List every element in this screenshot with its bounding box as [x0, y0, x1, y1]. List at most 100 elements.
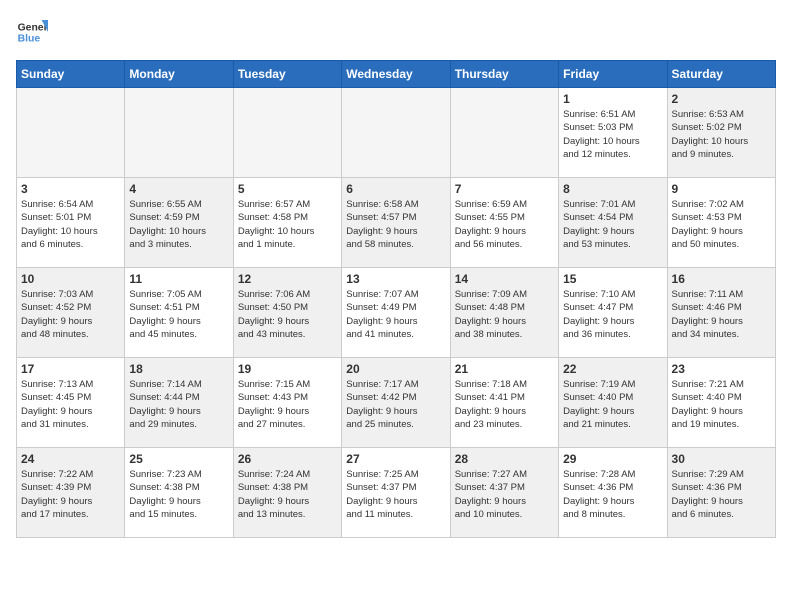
calendar-day-cell: 27 Sunrise: 7:25 AM Sunset: 4:37 PM Dayli…: [342, 448, 450, 538]
day-number: 3: [21, 182, 120, 196]
day-info: Sunrise: 7:01 AM Sunset: 4:54 PM Dayligh…: [563, 198, 662, 251]
calendar-day-cell: 2Sunrise: 6:53 AM Sunset: 5:02 PM Daylig…: [667, 88, 775, 178]
calendar-day-cell: 17Sunrise: 7:13 AM Sunset: 4:45 PM Dayli…: [17, 358, 125, 448]
calendar-day-cell: 13 Sunrise: 7:07 AM Sunset: 4:49 PM Dayli…: [342, 268, 450, 358]
day-of-week-header: Sunday: [17, 61, 125, 88]
calendar-day-cell: 7 Sunrise: 6:59 AM Sunset: 4:55 PM Daylig…: [450, 178, 558, 268]
day-number: 26: [238, 452, 337, 466]
day-number: 29: [563, 452, 662, 466]
day-info: Sunrise: 7:10 AM Sunset: 4:47 PM Dayligh…: [563, 288, 662, 341]
calendar-day-cell: [233, 88, 341, 178]
svg-text:Blue: Blue: [18, 34, 41, 45]
day-number: 13: [346, 272, 445, 286]
day-info: Sunrise: 7:24 AM Sunset: 4:38 PM Dayligh…: [238, 468, 337, 521]
calendar-day-cell: [450, 88, 558, 178]
day-info: Sunrise: 7:28 AM Sunset: 4:36 PM Dayligh…: [563, 468, 662, 521]
calendar-table: SundayMondayTuesdayWednesdayThursdayFrid…: [16, 60, 776, 538]
day-info: Sunrise: 7:18 AM Sunset: 4:41 PM Dayligh…: [455, 378, 554, 431]
calendar-day-cell: 20 Sunrise: 7:17 AM Sunset: 4:42 PM Dayli…: [342, 358, 450, 448]
day-info: Sunrise: 7:21 AM Sunset: 4:40 PM Dayligh…: [672, 378, 771, 431]
day-number: 23: [672, 362, 771, 376]
day-info: Sunrise: 7:23 AM Sunset: 4:38 PM Dayligh…: [129, 468, 228, 521]
day-number: 18: [129, 362, 228, 376]
day-info: Sunrise: 7:05 AM Sunset: 4:51 PM Dayligh…: [129, 288, 228, 341]
day-info: Sunrise: 7:02 AM Sunset: 4:53 PM Dayligh…: [672, 198, 771, 251]
day-info: Sunrise: 7:14 AM Sunset: 4:44 PM Dayligh…: [129, 378, 228, 431]
day-number: 10: [21, 272, 120, 286]
calendar-day-cell: 28 Sunrise: 7:27 AM Sunset: 4:37 PM Dayli…: [450, 448, 558, 538]
calendar-day-cell: 18 Sunrise: 7:14 AM Sunset: 4:44 PM Dayli…: [125, 358, 233, 448]
calendar-day-cell: 9 Sunrise: 7:02 AM Sunset: 4:53 PM Daylig…: [667, 178, 775, 268]
day-of-week-header: Tuesday: [233, 61, 341, 88]
day-of-week-header: Wednesday: [342, 61, 450, 88]
day-number: 11: [129, 272, 228, 286]
day-info: Sunrise: 7:29 AM Sunset: 4:36 PM Dayligh…: [672, 468, 771, 521]
day-info: Sunrise: 6:55 AM Sunset: 4:59 PM Dayligh…: [129, 198, 228, 251]
day-number: 16: [672, 272, 771, 286]
day-info: Sunrise: 6:51 AM Sunset: 5:03 PM Dayligh…: [563, 108, 662, 161]
day-number: 30: [672, 452, 771, 466]
day-number: 8: [563, 182, 662, 196]
day-info: Sunrise: 6:54 AM Sunset: 5:01 PM Dayligh…: [21, 198, 120, 251]
day-number: 12: [238, 272, 337, 286]
day-number: 28: [455, 452, 554, 466]
calendar-week-row: 3 Sunrise: 6:54 AM Sunset: 5:01 PM Daylig…: [17, 178, 776, 268]
calendar-day-cell: 19Sunrise: 7:15 AM Sunset: 4:43 PM Dayli…: [233, 358, 341, 448]
calendar-day-cell: 5 Sunrise: 6:57 AM Sunset: 4:58 PM Daylig…: [233, 178, 341, 268]
day-number: 27: [346, 452, 445, 466]
day-info: Sunrise: 7:17 AM Sunset: 4:42 PM Dayligh…: [346, 378, 445, 431]
day-number: 14: [455, 272, 554, 286]
calendar-day-cell: 22 Sunrise: 7:19 AM Sunset: 4:40 PM Dayli…: [559, 358, 667, 448]
calendar-day-cell: [125, 88, 233, 178]
day-number: 7: [455, 182, 554, 196]
day-number: 1: [563, 92, 662, 106]
day-number: 9: [672, 182, 771, 196]
calendar-day-cell: 29 Sunrise: 7:28 AM Sunset: 4:36 PM Dayli…: [559, 448, 667, 538]
calendar-day-cell: 25 Sunrise: 7:23 AM Sunset: 4:38 PM Dayli…: [125, 448, 233, 538]
calendar-day-cell: [342, 88, 450, 178]
calendar-day-cell: 3 Sunrise: 6:54 AM Sunset: 5:01 PM Daylig…: [17, 178, 125, 268]
day-of-week-header: Saturday: [667, 61, 775, 88]
day-info: Sunrise: 6:57 AM Sunset: 4:58 PM Dayligh…: [238, 198, 337, 251]
calendar-day-cell: 11 Sunrise: 7:05 AM Sunset: 4:51 PM Dayli…: [125, 268, 233, 358]
calendar-day-cell: 6Sunrise: 6:58 AM Sunset: 4:57 PM Daylig…: [342, 178, 450, 268]
day-number: 19: [238, 362, 337, 376]
calendar-day-cell: 16 Sunrise: 7:11 AM Sunset: 4:46 PM Dayli…: [667, 268, 775, 358]
calendar-day-cell: 23 Sunrise: 7:21 AM Sunset: 4:40 PM Dayli…: [667, 358, 775, 448]
day-number: 20: [346, 362, 445, 376]
day-number: 5: [238, 182, 337, 196]
calendar-week-row: 24 Sunrise: 7:22 AM Sunset: 4:39 PM Dayli…: [17, 448, 776, 538]
day-number: 15: [563, 272, 662, 286]
day-info: Sunrise: 7:09 AM Sunset: 4:48 PM Dayligh…: [455, 288, 554, 341]
day-info: Sunrise: 7:19 AM Sunset: 4:40 PM Dayligh…: [563, 378, 662, 431]
day-info: Sunrise: 7:06 AM Sunset: 4:50 PM Dayligh…: [238, 288, 337, 341]
calendar-week-row: 17Sunrise: 7:13 AM Sunset: 4:45 PM Dayli…: [17, 358, 776, 448]
calendar-day-cell: 26 Sunrise: 7:24 AM Sunset: 4:38 PM Dayli…: [233, 448, 341, 538]
day-info: Sunrise: 7:27 AM Sunset: 4:37 PM Dayligh…: [455, 468, 554, 521]
day-of-week-header: Thursday: [450, 61, 558, 88]
day-info: Sunrise: 6:59 AM Sunset: 4:55 PM Dayligh…: [455, 198, 554, 251]
day-info: Sunrise: 7:11 AM Sunset: 4:46 PM Dayligh…: [672, 288, 771, 341]
day-info: Sunrise: 7:07 AM Sunset: 4:49 PM Dayligh…: [346, 288, 445, 341]
logo: General Blue: [16, 16, 48, 48]
logo-icon: General Blue: [16, 16, 48, 48]
calendar-day-cell: 4 Sunrise: 6:55 AM Sunset: 4:59 PM Daylig…: [125, 178, 233, 268]
day-info: Sunrise: 7:13 AM Sunset: 4:45 PM Dayligh…: [21, 378, 120, 431]
calendar-day-cell: 30 Sunrise: 7:29 AM Sunset: 4:36 PM Dayli…: [667, 448, 775, 538]
calendar-day-cell: 14 Sunrise: 7:09 AM Sunset: 4:48 PM Dayli…: [450, 268, 558, 358]
calendar-day-cell: 8 Sunrise: 7:01 AM Sunset: 4:54 PM Daylig…: [559, 178, 667, 268]
day-number: 22: [563, 362, 662, 376]
day-of-week-header: Monday: [125, 61, 233, 88]
day-number: 25: [129, 452, 228, 466]
day-number: 24: [21, 452, 120, 466]
calendar-day-cell: 15 Sunrise: 7:10 AM Sunset: 4:47 PM Dayli…: [559, 268, 667, 358]
day-of-week-header: Friday: [559, 61, 667, 88]
day-info: Sunrise: 6:53 AM Sunset: 5:02 PM Dayligh…: [672, 108, 771, 161]
day-number: 4: [129, 182, 228, 196]
day-info: Sunrise: 7:25 AM Sunset: 4:37 PM Dayligh…: [346, 468, 445, 521]
calendar-day-cell: 10Sunrise: 7:03 AM Sunset: 4:52 PM Dayli…: [17, 268, 125, 358]
day-info: Sunrise: 7:22 AM Sunset: 4:39 PM Dayligh…: [21, 468, 120, 521]
day-info: Sunrise: 6:58 AM Sunset: 4:57 PM Dayligh…: [346, 198, 445, 251]
calendar-day-cell: 24 Sunrise: 7:22 AM Sunset: 4:39 PM Dayli…: [17, 448, 125, 538]
calendar-header-row: SundayMondayTuesdayWednesdayThursdayFrid…: [17, 61, 776, 88]
